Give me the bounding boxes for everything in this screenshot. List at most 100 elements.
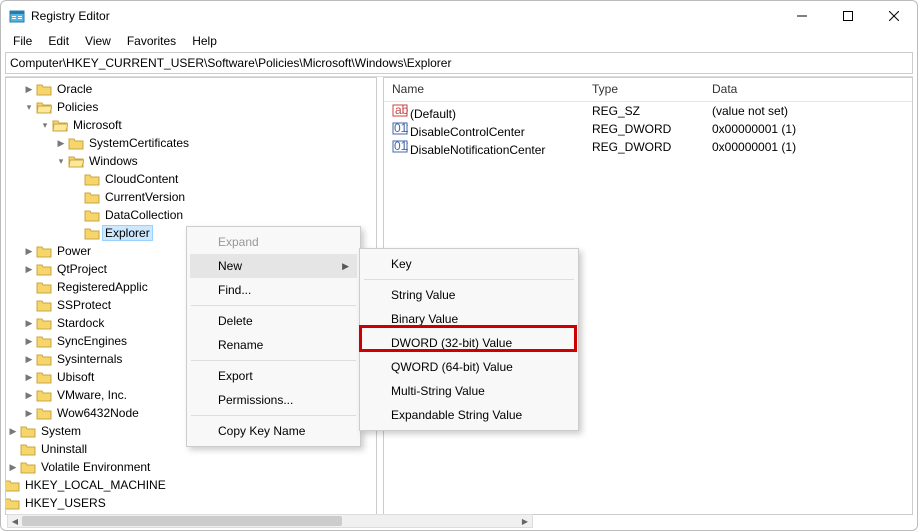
tree-node-policies[interactable]: ▾Policies (22, 98, 376, 116)
folder-open-icon (36, 100, 52, 114)
regedit-icon (9, 8, 25, 24)
folder-icon (84, 208, 100, 222)
scrollbar-thumb[interactable] (22, 516, 342, 526)
folder-icon (84, 226, 100, 240)
close-button[interactable] (871, 1, 917, 31)
chevron-right-icon[interactable]: ▶ (22, 262, 36, 276)
chevron-right-icon[interactable]: ▶ (22, 352, 36, 366)
chevron-down-icon[interactable]: ▾ (54, 154, 68, 168)
folder-icon (36, 280, 52, 294)
window-title: Registry Editor (31, 9, 110, 23)
menu-file[interactable]: File (5, 32, 40, 50)
chevron-right-icon[interactable]: ▶ (22, 370, 36, 384)
tree-horizontal-scrollbar[interactable]: ◀ ▶ (7, 514, 533, 528)
tree-node-windows[interactable]: ▾Windows (54, 152, 376, 170)
address-bar[interactable]: Computer\HKEY_CURRENT_USER\Software\Poli… (5, 52, 913, 74)
tree-node-microsoft[interactable]: ▾Microsoft (38, 116, 376, 134)
folder-icon (68, 136, 84, 150)
folder-icon (84, 172, 100, 186)
svg-text:011: 011 (394, 121, 408, 135)
chevron-right-icon[interactable]: ▶ (22, 334, 36, 348)
chevron-down-icon[interactable]: ▾ (22, 100, 36, 114)
ctx-new-binary[interactable]: Binary Value (363, 307, 575, 331)
svg-text:011: 011 (394, 139, 408, 153)
menu-favorites[interactable]: Favorites (119, 32, 184, 50)
chevron-right-icon[interactable]: ▶ (22, 82, 36, 96)
chevron-right-icon[interactable]: ▶ (22, 388, 36, 402)
separator (191, 305, 356, 306)
svg-text:ab: ab (395, 103, 408, 117)
folder-icon (5, 478, 20, 492)
ctx-export[interactable]: Export (190, 364, 357, 388)
folder-icon (36, 352, 52, 366)
folder-icon (36, 82, 52, 96)
window-controls (779, 1, 917, 31)
chevron-right-icon[interactable]: ▶ (22, 316, 36, 330)
col-header-type[interactable]: Type (584, 78, 704, 101)
folder-icon (36, 316, 52, 330)
folder-icon (36, 334, 52, 348)
tree-node-systemcerts[interactable]: ▶SystemCertificates (54, 134, 376, 152)
reg-dword-icon: 011 (392, 138, 408, 154)
chevron-right-icon[interactable]: ▶ (22, 406, 36, 420)
menu-help[interactable]: Help (184, 32, 225, 50)
list-row[interactable]: 011DisableNotificationCenter REG_DWORD 0… (384, 138, 912, 156)
folder-icon (36, 370, 52, 384)
tree-node-hklm[interactable]: ▶HKEY_LOCAL_MACHINE (5, 476, 376, 494)
ctx-new[interactable]: New▶ (190, 254, 357, 278)
folder-icon (36, 262, 52, 276)
folder-icon (20, 460, 36, 474)
folder-icon (36, 244, 52, 258)
tree-node-hku[interactable]: ▶HKEY_USERS (5, 494, 376, 512)
col-header-name[interactable]: Name (384, 78, 584, 101)
reg-dword-icon: 011 (392, 120, 408, 136)
folder-icon (5, 496, 20, 510)
ctx-permissions[interactable]: Permissions... (190, 388, 357, 412)
col-header-data[interactable]: Data (704, 78, 912, 101)
ctx-new-multistring[interactable]: Multi-String Value (363, 379, 575, 403)
tree-node-oracle[interactable]: ▶Oracle (22, 80, 376, 98)
context-submenu-new: Key String Value Binary Value DWORD (32-… (359, 248, 579, 431)
folder-icon (36, 298, 52, 312)
list-row[interactable]: 011DisableControlCenter REG_DWORD 0x0000… (384, 120, 912, 138)
chevron-right-icon[interactable]: ▶ (54, 136, 68, 150)
ctx-expand[interactable]: Expand (190, 230, 357, 254)
folder-icon (20, 424, 36, 438)
chevron-right-icon[interactable]: ▶ (6, 424, 20, 438)
chevron-right-icon[interactable]: ▶ (6, 460, 20, 474)
ctx-new-dword[interactable]: DWORD (32-bit) Value (363, 331, 575, 355)
folder-icon (36, 406, 52, 420)
ctx-rename[interactable]: Rename (190, 333, 357, 357)
folder-open-icon (52, 118, 68, 132)
separator (364, 279, 574, 280)
menubar: File Edit View Favorites Help (1, 31, 917, 51)
folder-open-icon (68, 154, 84, 168)
tree-node-datacollection[interactable]: DataCollection (70, 206, 376, 224)
scroll-right-icon[interactable]: ▶ (518, 515, 532, 527)
tree-node-currentversion[interactable]: CurrentVersion (70, 188, 376, 206)
maximize-button[interactable] (825, 1, 871, 31)
folder-icon (84, 190, 100, 204)
menu-view[interactable]: View (77, 32, 119, 50)
folder-icon (20, 442, 36, 456)
titlebar: Registry Editor (1, 1, 917, 31)
ctx-copy-key-name[interactable]: Copy Key Name (190, 419, 357, 443)
column-headers: Name Type Data (384, 78, 912, 102)
minimize-button[interactable] (779, 1, 825, 31)
submenu-arrow-icon: ▶ (342, 261, 349, 272)
chevron-right-icon[interactable]: ▶ (22, 244, 36, 258)
ctx-find[interactable]: Find... (190, 278, 357, 302)
ctx-delete[interactable]: Delete (190, 309, 357, 333)
chevron-down-icon[interactable]: ▾ (38, 118, 52, 132)
list-row[interactable]: ab(Default) REG_SZ (value not set) (384, 102, 912, 120)
ctx-new-key[interactable]: Key (363, 252, 575, 276)
menu-edit[interactable]: Edit (40, 32, 77, 50)
ctx-new-expandablestring[interactable]: Expandable String Value (363, 403, 575, 427)
ctx-new-string[interactable]: String Value (363, 283, 575, 307)
tree-node-cloudcontent[interactable]: CloudContent (70, 170, 376, 188)
scroll-left-icon[interactable]: ◀ (8, 515, 22, 527)
ctx-new-qword[interactable]: QWORD (64-bit) Value (363, 355, 575, 379)
folder-icon (36, 388, 52, 402)
tree-node-volatile[interactable]: ▶Volatile Environment (6, 458, 376, 476)
separator (191, 415, 356, 416)
